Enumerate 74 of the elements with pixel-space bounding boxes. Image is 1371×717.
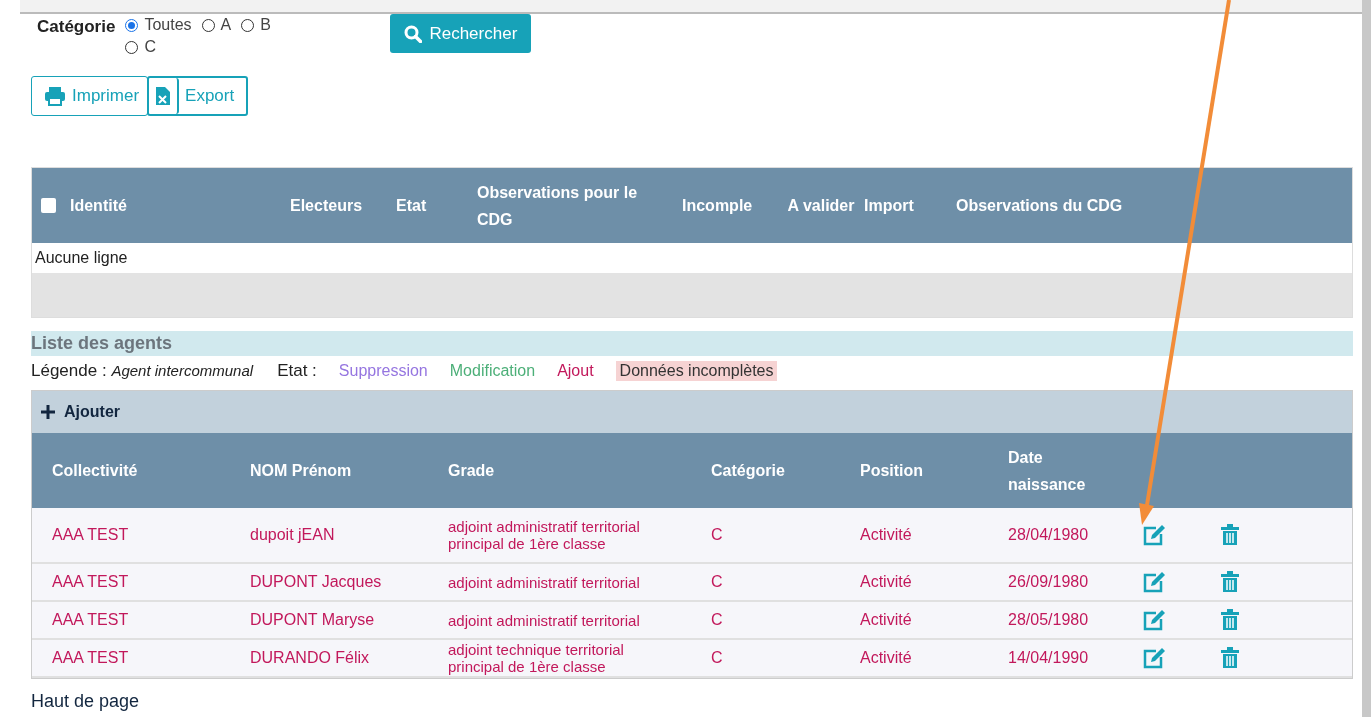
edit-icon[interactable] — [1142, 609, 1166, 631]
table-cell: Activité — [860, 573, 912, 590]
table-row[interactable]: AAA TEST DURANDO Félix adjoint technique territorial principal de 1ère classe C Activité 14/04/1990 — [32, 640, 1352, 678]
edit-icon[interactable] — [1142, 571, 1166, 593]
scrollbar[interactable] — [1362, 0, 1371, 717]
table-cell: 26/09/1980 — [1008, 573, 1089, 590]
section-title: Liste des agents — [31, 331, 1353, 356]
column-header[interactable]: Electeurs — [290, 192, 390, 219]
spreadsheet-file-icon — [155, 86, 172, 106]
legend-state: Suppression — [338, 362, 428, 380]
table-cell: Activité — [860, 649, 912, 666]
trash-icon[interactable] — [1220, 647, 1240, 669]
plus-icon — [40, 404, 56, 420]
table-cell-text: adjoint administratif territorial — [448, 611, 641, 629]
column-header[interactable]: Grade — [448, 462, 495, 479]
column-header[interactable]: Observations pour le CDG — [477, 178, 676, 233]
column-header[interactable]: Position — [860, 462, 924, 479]
table-cell: Activité — [860, 526, 912, 543]
column-header[interactable]: Observations du CDG — [956, 192, 1150, 219]
category-radio[interactable]: C — [125, 36, 156, 58]
search-button[interactable]: Rechercher — [390, 14, 532, 53]
table-cell: Activité — [860, 611, 912, 628]
table-cell: 14/04/1990 — [1008, 649, 1089, 666]
column-header[interactable]: Date naissance — [1008, 443, 1108, 498]
table-cell: AAA TEST — [52, 649, 129, 666]
edit-icon[interactable] — [1142, 524, 1166, 546]
column-header[interactable]: A valider — [784, 192, 858, 219]
table-cell: dupoit jEAN — [250, 526, 335, 543]
column-header[interactable]: Import — [864, 192, 950, 219]
trash-icon[interactable] — [1220, 571, 1240, 593]
table-cell: DURANDO Félix — [250, 649, 370, 666]
print-button[interactable]: Imprimer — [31, 76, 149, 116]
printer-icon — [44, 86, 66, 106]
column-header[interactable]: Collectivité — [52, 462, 138, 479]
column-header[interactable]: Identité — [70, 192, 127, 219]
table-cell: AAA TEST — [52, 526, 129, 543]
table-cell: C — [711, 649, 723, 666]
table-cell: AAA TEST — [52, 611, 129, 628]
table-cell-text: adjoint administratif territorial — [448, 573, 641, 591]
trash-icon[interactable] — [1220, 524, 1240, 546]
edit-icon[interactable] — [1142, 647, 1166, 669]
legend-state: Modification — [449, 362, 536, 380]
table-cell: DUPONT Jacques — [250, 573, 382, 590]
category-radio[interactable]: Toutes — [125, 14, 192, 36]
table-cell: 28/05/1980 — [1008, 611, 1089, 628]
table-cell-text: adjoint technique territorial principal de 1ère classe — [448, 641, 625, 675]
empty-message: Aucune ligne — [34, 248, 129, 268]
table-cell: 28/04/1980 — [1008, 526, 1089, 543]
table-row[interactable]: AAA TEST dupoit jEAN adjoint administratif territorial principal de 1ère classe C Activité 28/04/1980 — [32, 508, 1352, 564]
category-radio[interactable]: B — [241, 14, 271, 36]
state-label: Etat : — [277, 361, 317, 381]
column-header[interactable]: Incomple — [682, 192, 778, 219]
column-header[interactable]: Etat — [396, 192, 471, 219]
legend-label: Légende : Agent intercommunal — [31, 361, 254, 381]
table-row[interactable]: AAA TEST DUPONT Jacques adjoint administratif territorial C Activité 26/09/1980 — [32, 564, 1352, 602]
add-button[interactable]: Ajouter — [32, 403, 128, 421]
column-header[interactable]: NOM Prénom — [250, 462, 352, 479]
table-cell: C — [711, 611, 723, 628]
table-cell: DUPONT Maryse — [250, 611, 375, 628]
back-to-top-link[interactable]: Haut de page — [31, 691, 1353, 712]
export-button[interactable]: Export — [147, 76, 249, 116]
table-cell: AAA TEST — [52, 573, 129, 590]
column-header[interactable]: Catégorie — [711, 462, 785, 479]
table-row[interactable]: AAA TEST DUPONT Maryse adjoint administratif territorial C Activité 28/05/1980 — [32, 602, 1352, 640]
table-cell: C — [711, 573, 723, 590]
category-radio[interactable]: A — [201, 14, 232, 36]
search-icon — [404, 24, 423, 43]
legend-state: Données incomplètes — [615, 361, 778, 381]
legend-state: Ajout — [557, 362, 594, 380]
trash-icon[interactable] — [1220, 609, 1240, 631]
table-cell: C — [711, 526, 723, 543]
filter-label: Catégorie — [37, 17, 116, 37]
select-all-checkbox[interactable] — [41, 198, 56, 213]
table-cell-text: adjoint administratif territorial principal de 1ère classe — [448, 518, 641, 552]
